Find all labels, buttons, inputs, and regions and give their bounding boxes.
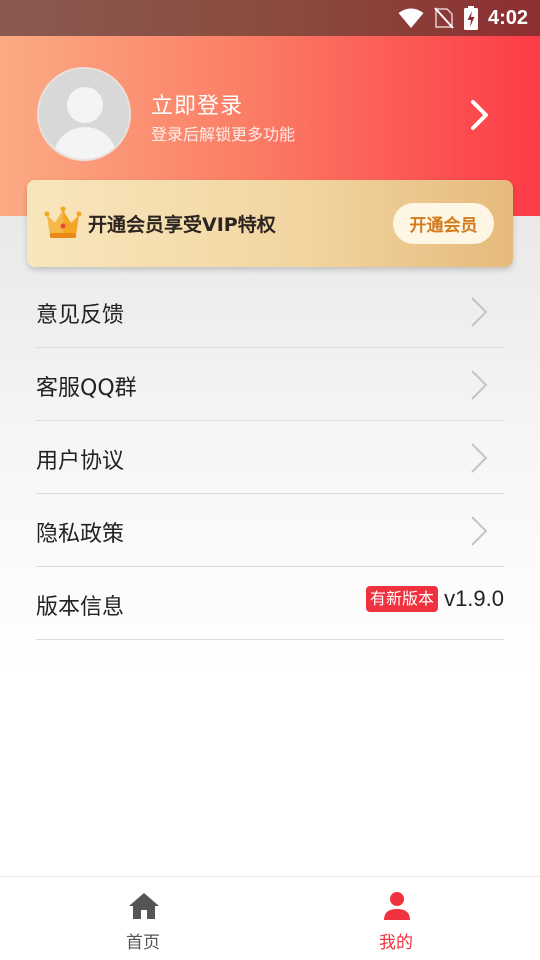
chevron-right-icon[interactable] xyxy=(468,98,492,132)
menu-item-qq-group[interactable]: 客服QQ群 xyxy=(36,348,504,421)
avatar[interactable] xyxy=(37,67,131,161)
menu-item-feedback[interactable]: 意见反馈 xyxy=(36,275,504,348)
status-icons: 4:02 xyxy=(398,0,528,36)
login-subtitle: 登录后解锁更多功能 xyxy=(151,125,296,144)
status-time: 4:02 xyxy=(487,6,528,29)
no-sim-icon xyxy=(434,7,454,29)
avatar-head-shape xyxy=(67,87,103,123)
menu-item-version-info[interactable]: 版本信息 有新版本 v1.9.0 xyxy=(36,567,504,640)
settings-menu: 意见反馈 客服QQ群 用户协议 隐私政策 版本信息 有新版本 v1.9.0 xyxy=(36,275,504,640)
vip-card[interactable]: 开通会员享受VIP特权 开通会员 xyxy=(27,180,513,267)
user-icon xyxy=(384,892,410,920)
menu-item-label: 用户协议 xyxy=(36,449,125,474)
tab-mine[interactable]: 我的 xyxy=(261,877,531,960)
avatar-body-shape xyxy=(53,127,117,159)
tab-home[interactable]: 首页 xyxy=(8,877,278,960)
status-bar: 4:02 xyxy=(0,0,540,36)
login-title[interactable]: 立即登录 xyxy=(151,88,243,120)
home-icon xyxy=(129,893,159,919)
tab-label: 我的 xyxy=(379,933,413,953)
new-version-badge: 有新版本 xyxy=(366,586,439,612)
menu-item-label: 版本信息 xyxy=(36,595,125,620)
chevron-right-icon xyxy=(471,297,488,327)
chevron-right-icon xyxy=(471,370,488,400)
open-vip-button[interactable]: 开通会员 xyxy=(393,203,494,244)
crown-icon xyxy=(44,206,82,238)
chevron-right-icon xyxy=(471,516,488,546)
menu-item-privacy-policy[interactable]: 隐私政策 xyxy=(36,494,504,567)
version-number: v1.9.0 xyxy=(444,586,504,611)
menu-item-label: 隐私政策 xyxy=(36,522,125,547)
menu-item-user-agreement[interactable]: 用户协议 xyxy=(36,421,504,494)
menu-item-label: 意见反馈 xyxy=(36,303,125,328)
vip-promo-text: 开通会员享受VIP特权 xyxy=(88,214,276,236)
wifi-icon xyxy=(398,8,424,28)
battery-charging-icon xyxy=(463,6,478,30)
chevron-right-icon xyxy=(471,443,488,473)
menu-item-label: 客服QQ群 xyxy=(36,376,137,401)
version-info: 有新版本 v1.9.0 xyxy=(366,582,504,616)
tab-label: 首页 xyxy=(126,933,160,953)
bottom-tab-bar: 首页 我的 xyxy=(0,876,540,960)
